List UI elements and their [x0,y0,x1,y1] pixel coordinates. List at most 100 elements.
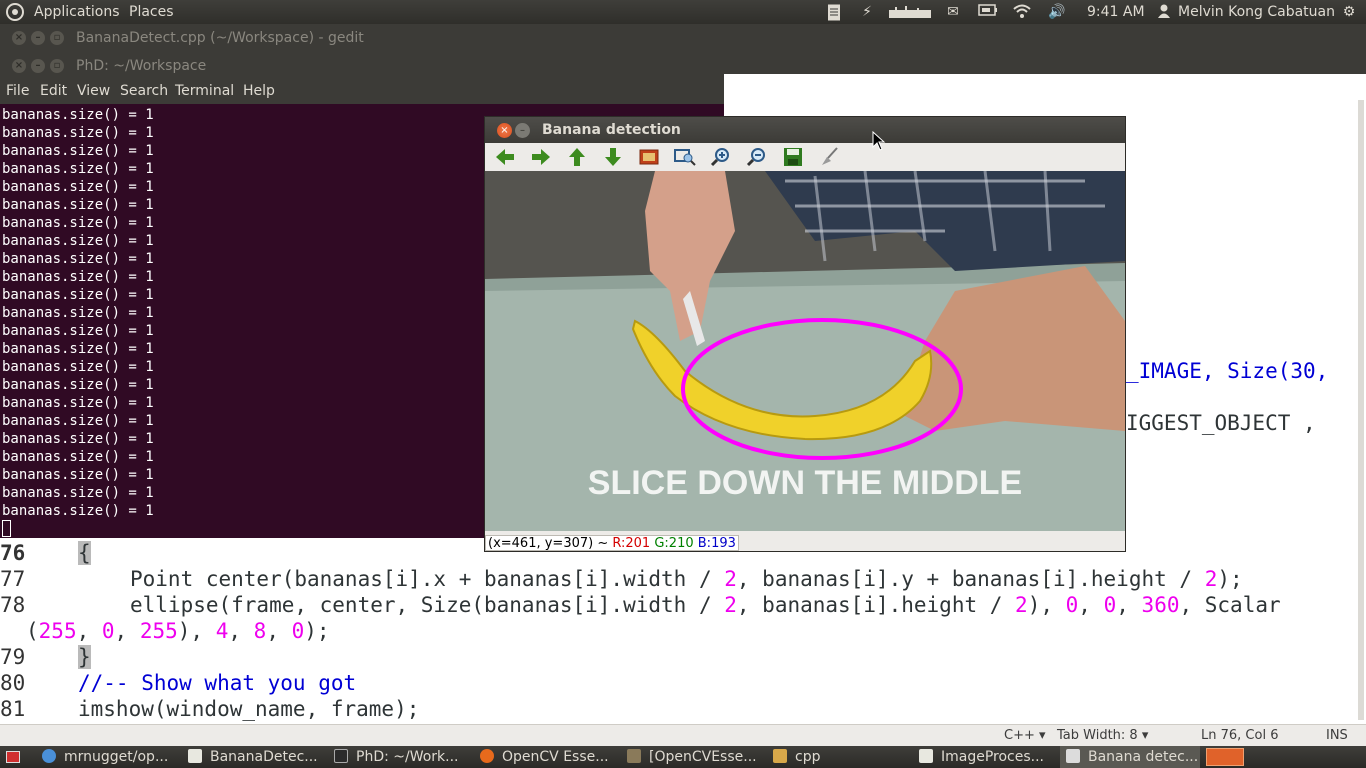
terminal-maximize-icon[interactable]: ▫ [50,59,64,73]
gedit-minimize-icon[interactable]: – [31,31,45,45]
folder-icon [773,749,787,763]
code-partial-line: _IMAGE, Size(30, [1126,359,1329,383]
gedit-icon [188,749,202,763]
taskbar-item[interactable]: cpp [773,746,820,768]
places-menu[interactable]: Places [129,0,174,24]
taskbar-item[interactable]: PhD: ~/Work... [334,746,459,768]
pixel-info-status: (x=461, y=307) ~ R:201 G:210 B:193 [485,535,739,551]
save-icon[interactable] [782,147,804,167]
terminal-line: bananas.size() = 1 [2,269,154,285]
zoom-in-icon[interactable] [710,147,732,167]
terminal-close-icon[interactable]: × [12,59,26,73]
mouse-cursor-icon [872,131,886,151]
properties-brush-icon[interactable] [818,147,840,167]
terminal-line: bananas.size() = 1 [2,359,154,375]
gedit-icon [919,749,933,763]
line-number: 80 [0,671,26,695]
terminal-line: bananas.size() = 1 [2,197,154,213]
menu-file[interactable]: File [6,83,29,99]
terminal-titlebar[interactable]: × – ▫ PhD: ~/Workspace [0,52,724,80]
banana-window-titlebar[interactable]: × – Banana detection [485,117,1125,143]
banana-window-title: Banana detection [542,122,681,138]
clock[interactable]: 9:41 AM [1087,0,1145,24]
network-bars-icon[interactable] [889,4,931,20]
document-icon[interactable] [826,4,842,21]
line-number: 78 [0,593,26,617]
terminal-line: bananas.size() = 1 [2,467,154,483]
gedit-window-title: BananaDetect.cpp (~/Workspace) - gedit [76,30,364,46]
terminal-cursor [2,520,11,537]
arrow-left-icon[interactable] [494,147,516,167]
battery-icon[interactable] [978,4,998,20]
tab-width-selector[interactable]: Tab Width: 8 ▾ [1057,728,1148,743]
code-partial-line: IGGEST_OBJECT , [1126,411,1316,435]
terminal-line: bananas.size() = 1 [2,179,154,195]
zoom-out-icon[interactable] [746,147,768,167]
terminal-line: bananas.size() = 1 [2,431,154,447]
wifi-icon[interactable] [1012,4,1032,20]
terminal-line: bananas.size() = 1 [2,485,154,501]
menu-terminal[interactable]: Terminal [175,83,234,99]
insert-mode: INS [1326,728,1348,743]
terminal-line: bananas.size() = 1 [2,377,154,393]
applications-menu[interactable]: Applications [34,0,120,24]
banana-toolbar [485,143,1125,171]
taskbar-item[interactable]: BananaDetec... [188,746,318,768]
banana-minimize-icon[interactable]: – [515,123,530,138]
banana-close-icon[interactable]: × [497,123,512,138]
ubuntu-logo-icon[interactable] [6,3,24,21]
terminal-line: bananas.size() = 1 [2,503,154,519]
arrow-up-icon[interactable] [566,147,588,167]
menu-edit[interactable]: Edit [40,83,67,99]
taskbar-item[interactable]: OpenCV Esse... [480,746,609,768]
bottom-taskbar: mrnugget/op... BananaDetec... PhD: ~/Wor… [0,746,1366,768]
mail-icon[interactable]: ✉ [944,4,962,20]
menu-search[interactable]: Search [120,83,168,99]
code-brace: } [78,645,91,669]
terminal-line: bananas.size() = 1 [2,413,154,429]
taskbar-item[interactable]: [OpenCVEsse... [627,746,757,768]
terminal-window-title: PhD: ~/Workspace [76,58,207,74]
workspace-switcher[interactable] [1206,748,1244,766]
banana-frame-image[interactable]: SLICE DOWN THE MIDDLE [485,171,1125,531]
arrow-right-icon[interactable] [530,147,552,167]
terminal-minimize-icon[interactable]: – [31,59,45,73]
terminal-line: bananas.size() = 1 [2,233,154,249]
firefox-icon [480,749,494,763]
image-icon[interactable] [638,147,660,167]
gear-icon[interactable]: ⚙ [1340,4,1358,20]
gedit-maximize-icon[interactable]: ▫ [50,31,64,45]
line-number: 79 [0,645,26,669]
code-brace: { [78,541,91,565]
terminal-line: bananas.size() = 1 [2,125,154,141]
chrome-icon [42,749,56,763]
zoom-fit-icon[interactable] [674,147,696,167]
show-desktop-icon[interactable] [6,751,20,763]
taskbar-item[interactable]: ImageProces... [919,746,1044,768]
taskbar-item-active[interactable]: Banana detec... [1060,746,1200,768]
banana-detection-window: × – Banana detection SLICE DOWN THE MIDD… [484,116,1126,552]
terminal-line: bananas.size() = 1 [2,305,154,321]
pixel-green: G:210 [654,536,694,551]
user-name[interactable]: Melvin Kong Cabatuan [1178,0,1335,24]
cursor-position: Ln 76, Col 6 [1201,728,1279,743]
menu-help[interactable]: Help [243,83,275,99]
gedit-titlebar[interactable]: × – ▫ BananaDetect.cpp (~/Workspace) - g… [0,24,1366,52]
terminal-line: bananas.size() = 1 [2,161,154,177]
language-selector[interactable]: C++ ▾ [1004,728,1046,743]
power-icon[interactable]: ⚡ [860,4,874,20]
terminal-line: bananas.size() = 1 [2,143,154,159]
archive-icon [627,749,641,763]
code-comment: //-- Show what you got [78,671,357,695]
menu-view[interactable]: View [77,83,110,99]
window-icon [1066,749,1080,763]
terminal-line: bananas.size() = 1 [2,395,154,411]
taskbar-item[interactable]: mrnugget/op... [42,746,168,768]
arrow-down-icon[interactable] [602,147,624,167]
volume-icon[interactable]: 🔊 [1046,4,1068,20]
gedit-close-icon[interactable]: × [12,31,26,45]
code-line: imshow(window_name, frame); [78,697,420,721]
gedit-scrollbar[interactable] [1358,100,1364,720]
terminal-line: bananas.size() = 1 [2,107,154,123]
terminal-line: bananas.size() = 1 [2,323,154,339]
